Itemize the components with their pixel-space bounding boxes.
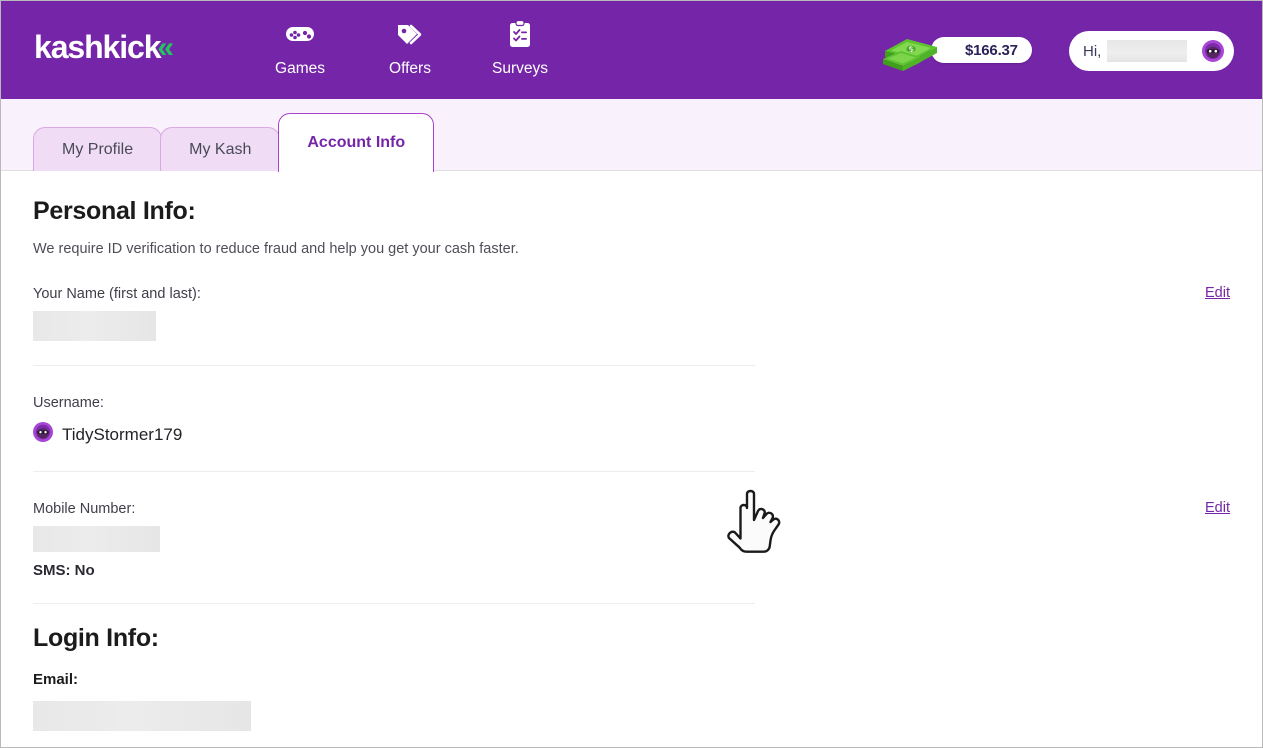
tab-list: My Profile My Kash Account Info	[33, 113, 435, 172]
nav-item-surveys[interactable]: Surveys	[479, 17, 561, 78]
email-value-redacted	[33, 701, 251, 731]
gamepad-icon	[285, 17, 315, 51]
clipboard-icon	[508, 17, 532, 51]
mobile-value-redacted	[33, 526, 160, 552]
tab-my-profile[interactable]: My Profile	[33, 127, 163, 171]
nav-label-games: Games	[275, 60, 325, 77]
account-tabstrip: My Profile My Kash Account Info	[1, 99, 1262, 172]
sms-status: SMS: No	[33, 562, 95, 579]
edit-name-link[interactable]: Edit	[1205, 285, 1230, 301]
page-root: kashkick « Games Offers Surveys $166.37 …	[0, 0, 1263, 748]
edit-mobile-link[interactable]: Edit	[1205, 500, 1230, 516]
cash-stack-icon: $	[881, 25, 943, 78]
logo-chevron-icon: «	[157, 31, 175, 64]
greeting-label: Hi,	[1083, 42, 1102, 60]
ninja-avatar-icon	[33, 422, 53, 447]
label-your-name: Your Name (first and last):	[33, 286, 201, 302]
ninja-avatar-icon	[1202, 40, 1224, 62]
tab-my-kash[interactable]: My Kash	[160, 127, 281, 171]
username-value: TidyStormer179	[62, 424, 183, 444]
field-mobile-number: Mobile Number: Edit SMS: No	[33, 472, 1230, 579]
tab-label-my-profile: My Profile	[62, 140, 134, 158]
site-header: kashkick « Games Offers Surveys $166.37 …	[1, 1, 1262, 99]
nav-label-surveys: Surveys	[492, 60, 548, 77]
label-email: Email:	[33, 671, 79, 688]
account-greeting[interactable]: Hi,	[1069, 31, 1234, 71]
balance-pill: $166.37	[931, 37, 1032, 63]
account-info-panel: Personal Info: We require ID verificatio…	[1, 171, 1262, 747]
username-value-row: TidyStormer179	[33, 422, 1230, 447]
tab-label-my-kash: My Kash	[189, 140, 252, 158]
field-email: Email: Login Info managed by: Google	[33, 653, 1230, 747]
tab-account-info[interactable]: Account Info	[278, 113, 435, 172]
balance-widget[interactable]: $166.37 $	[881, 29, 1032, 73]
page-title: Personal Info:	[33, 197, 196, 225]
nav-label-offers: Offers	[389, 60, 431, 77]
site-logo[interactable]: kashkick «	[34, 31, 174, 63]
nav-item-offers[interactable]: Offers	[369, 17, 451, 78]
login-info-title: Login Info:	[33, 624, 159, 652]
account-name-redacted	[1107, 40, 1188, 62]
balance-amount: $166.37	[965, 41, 1018, 59]
main-nav: Games Offers Surveys	[259, 17, 561, 78]
price-tag-icon	[395, 17, 425, 51]
label-mobile-number: Mobile Number:	[33, 501, 136, 517]
nav-item-games[interactable]: Games	[259, 17, 341, 78]
tab-label-account-info: Account Info	[307, 134, 406, 151]
field-your-name: Your Name (first and last): Edit	[33, 257, 1230, 341]
personal-info-description: We require ID verification to reduce fra…	[33, 241, 519, 257]
name-value-redacted	[33, 311, 156, 341]
logo-wordmark: kashkick	[34, 29, 162, 65]
field-username: Username: TidyStormer179	[33, 366, 1230, 447]
label-username: Username:	[33, 395, 104, 411]
